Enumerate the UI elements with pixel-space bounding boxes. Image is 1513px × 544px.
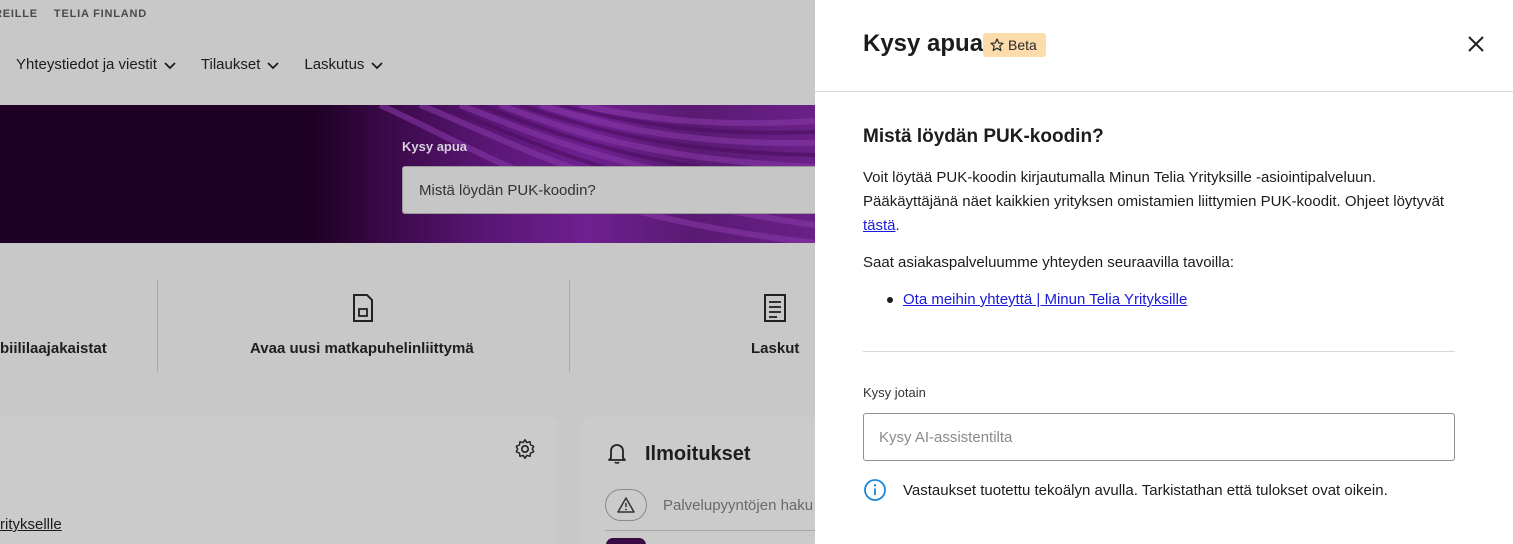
company-link[interactable]: rityksellle [0, 516, 62, 533]
answer-text: Voit löytää PUK-koodin kirjautumalla Min… [863, 166, 1463, 238]
list-item: Ota meihin yhteyttä | Minun Telia Yrityk… [887, 291, 1187, 308]
nav-item-contacts[interactable]: Yhteystiedot ja viestit [16, 56, 177, 73]
hero-search-label: Kysy apua [402, 139, 468, 154]
nav-item-label: Laskutus [304, 56, 365, 73]
disclaimer-text: Vastaukset tuotettu tekoälyn avulla. Tar… [903, 481, 1388, 499]
divider [157, 280, 158, 372]
divider [863, 351, 1455, 352]
background-page: REILLE TELIA FINLAND Yhteystiedot ja vie… [0, 0, 815, 544]
contact-intro: Saat asiakaspalveluumme yhteyden seuraav… [863, 254, 1235, 271]
ask-ai-input[interactable] [863, 413, 1455, 461]
panel-header: Kysy apua Beta [815, 0, 1513, 92]
quick-link-broadband[interactable]: biililaajakaistat [0, 340, 107, 357]
bell-icon [608, 444, 626, 464]
nav-item-label: Tilaukset [200, 56, 261, 73]
main-nav: Yhteystiedot ja viestit Tilaukset Laskut… [16, 56, 384, 73]
warning-icon [617, 497, 635, 513]
gear-icon[interactable] [514, 438, 536, 460]
notifications-title: Ilmoitukset [645, 443, 751, 465]
ask-label: Kysy jotain [863, 385, 926, 400]
beta-label: Beta [1008, 37, 1037, 53]
topbar-link-telia-finland[interactable]: TELIA FINLAND [54, 8, 147, 20]
notifications-card [581, 417, 815, 544]
invoice-icon [764, 294, 786, 322]
divider [569, 280, 570, 372]
nav-item-billing[interactable]: Laskutus [304, 56, 384, 73]
close-icon[interactable] [1465, 33, 1487, 55]
star-icon [990, 38, 1004, 52]
nav-item-label: Yhteystiedot ja viestit [16, 56, 157, 73]
warning-badge [605, 489, 647, 521]
question-heading: Mistä löydän PUK-koodin? [863, 126, 1104, 147]
sim-card-icon [353, 294, 373, 322]
notification-badge [606, 538, 646, 544]
answer-text-part: Voit löytää PUK-koodin kirjautumalla Min… [863, 169, 1445, 210]
quick-link-invoices[interactable]: Laskut [751, 340, 799, 357]
divider [605, 530, 815, 531]
nav-item-orders[interactable]: Tilaukset [201, 56, 280, 73]
contact-link[interactable]: Ota meihin yhteyttä | Minun Telia Yrityk… [903, 291, 1187, 308]
topbar-link-partial[interactable]: REILLE [0, 8, 38, 20]
notification-item-text[interactable]: Palvelupyyntöjen haku [663, 497, 813, 514]
chevron-down-icon [164, 61, 176, 69]
ai-disclaimer: Vastaukset tuotettu tekoälyn avulla. Tar… [863, 478, 1388, 502]
answer-text-end: . [895, 217, 900, 234]
hero-search-input[interactable]: Mistä löydän PUK-koodin? [402, 166, 815, 214]
quick-link-new-mobile[interactable]: Avaa uusi matkapuhelinliittymä [250, 340, 474, 357]
top-bar: REILLE TELIA FINLAND [0, 0, 815, 28]
quick-links: biililaajakaistat Avaa uusi matkapuhelin… [0, 243, 815, 393]
chevron-down-icon [371, 61, 384, 69]
bullet-dot [887, 296, 893, 303]
company-card [0, 417, 557, 544]
chevron-down-icon [267, 61, 280, 69]
help-side-panel: Kysy apua Beta Mistä löydän PUK-koodin? … [815, 0, 1513, 544]
info-icon [864, 479, 886, 501]
panel-title: Kysy apua [863, 30, 984, 57]
answer-link[interactable]: tästä [863, 217, 896, 234]
beta-badge: Beta [983, 33, 1046, 57]
